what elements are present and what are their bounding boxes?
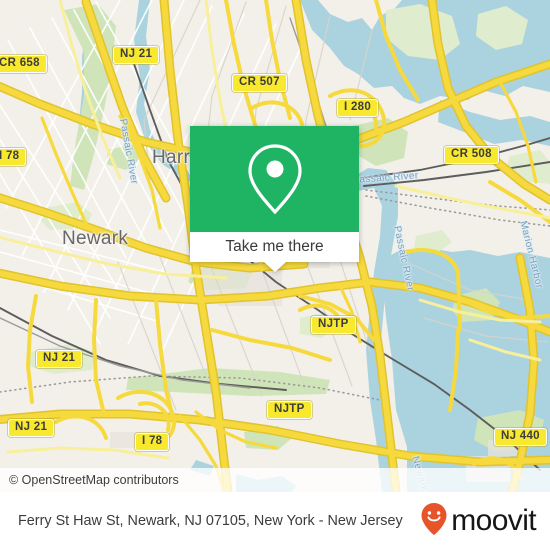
take-me-there-label: Take me there	[225, 238, 324, 255]
address-text: Ferry St Haw St, Newark, NJ 07105, New Y…	[18, 512, 403, 529]
moovit-pin-smiley-icon	[420, 502, 448, 541]
location-popup-card[interactable]: Take me there	[190, 126, 359, 272]
attribution-text: © OpenStreetMap contributors	[9, 473, 179, 487]
popup-icon-area	[190, 126, 359, 232]
take-me-there-button[interactable]: Take me there	[190, 232, 359, 262]
location-pin-icon	[245, 142, 305, 216]
footer-bar: Ferry St Haw St, Newark, NJ 07105, New Y…	[0, 492, 550, 550]
map-screenshot: .w { fill:#aad3df; } .grn { fill:#cfe5b9…	[0, 0, 550, 550]
map-attribution-bar: © OpenStreetMap contributors	[0, 468, 550, 492]
moovit-logo: moovit	[420, 502, 537, 541]
popup-pointer-tail	[263, 262, 286, 272]
moovit-wordmark: moovit	[451, 504, 536, 537]
